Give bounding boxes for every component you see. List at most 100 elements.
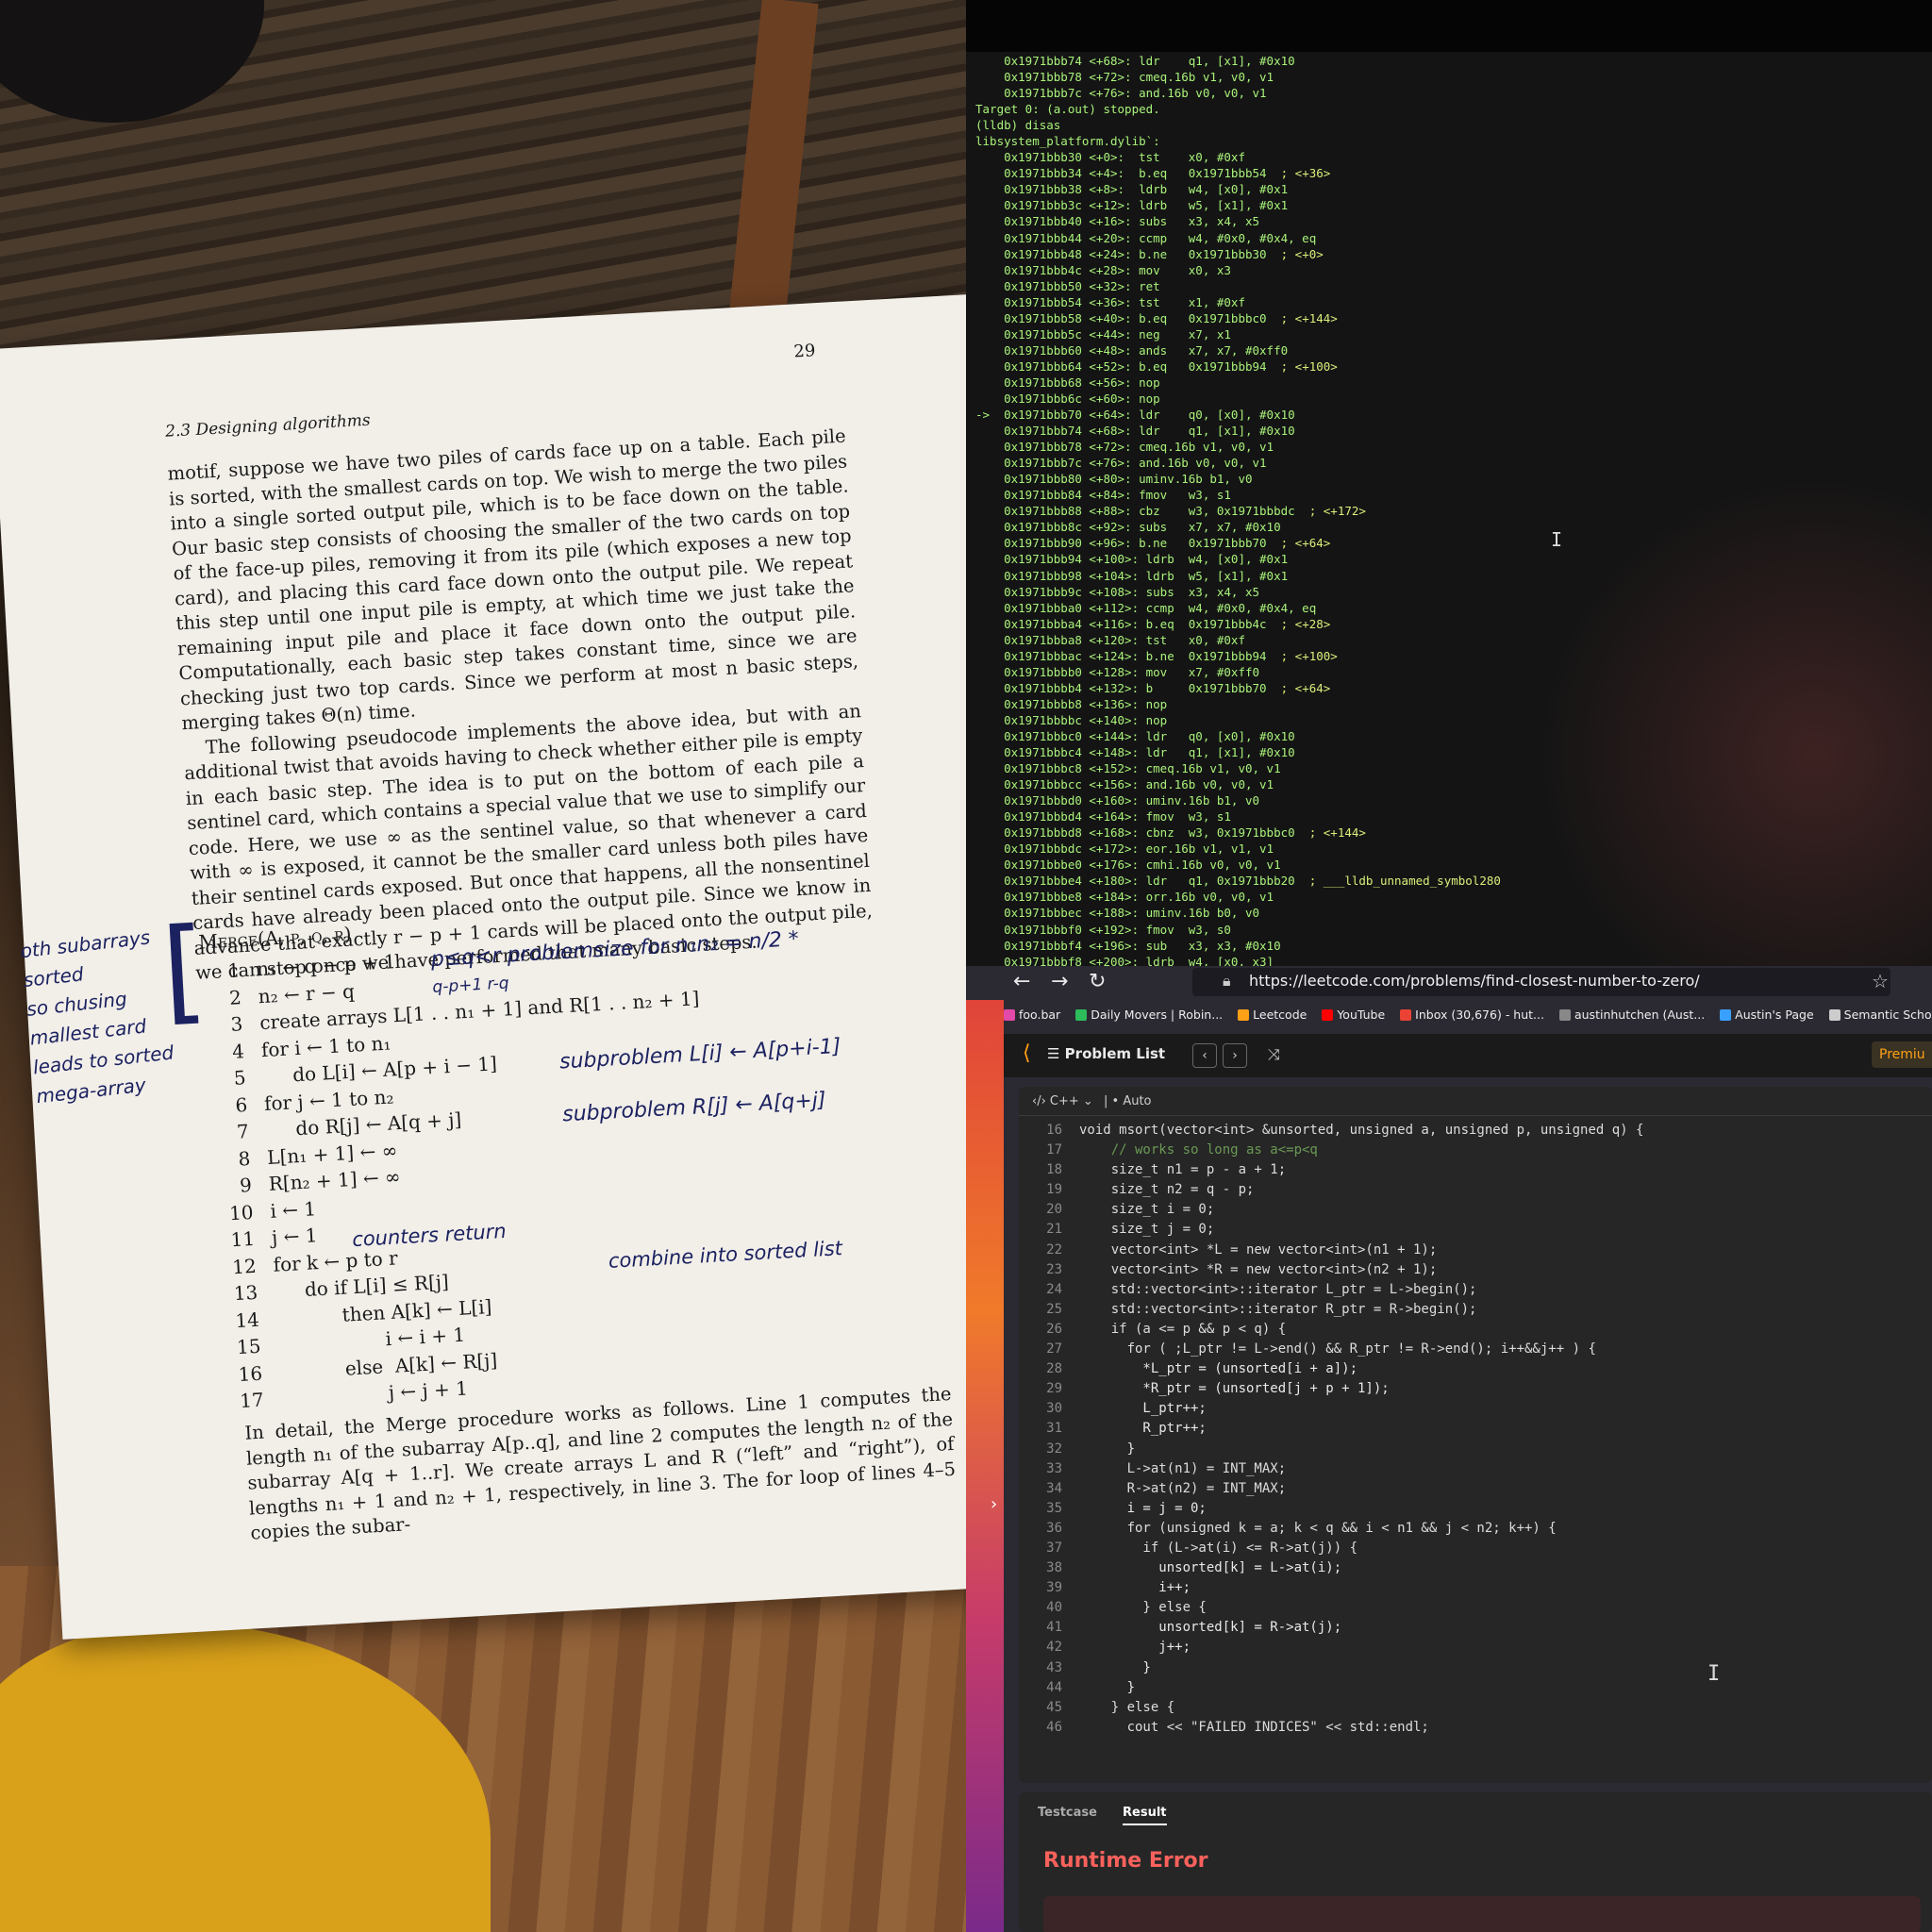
disassembly-output: 0x1971bbb74 <+68>: ldr q1, [x1], #0x10 0… (975, 53, 1501, 966)
bookmark-star-icon[interactable]: ☆ (1872, 970, 1889, 992)
bookmark-label: austinhutchen (Aust... (1574, 1008, 1706, 1022)
code-line[interactable]: 21 size_t j = 0; (1019, 1220, 1643, 1240)
code-line[interactable]: 35 i = j = 0; (1019, 1499, 1643, 1519)
terminal-line: 0x1971bbb94 <+100>: ldrb w4, [x0], #0x1 (975, 551, 1501, 567)
code-line[interactable]: 17 // works so long as a<=p<q (1019, 1141, 1643, 1160)
line-text: i ← 1 (269, 1196, 317, 1223)
code-line[interactable]: 33 L->at(n1) = INT_MAX; (1019, 1459, 1643, 1479)
back-arrow-icon[interactable]: ← (1013, 970, 1030, 993)
code-line[interactable]: 23 vector<int> *R = new vector<int>(n2 +… (1019, 1260, 1643, 1280)
line-number: 14 (234, 1307, 260, 1332)
reload-icon[interactable]: ↻ (1089, 970, 1106, 993)
code-line[interactable]: 28 *L_ptr = (unsorted[i + a]); (1019, 1359, 1643, 1379)
terminal-line: 0x1971bbb3c <+12>: ldrb w5, [x1], #0x1 (975, 197, 1501, 213)
instruction-text: 0x1971bbb34 <+4>: b.eq 0x1971bbb54 (975, 166, 1267, 181)
line-number: 8 (237, 1146, 251, 1171)
code-text: } else { (1079, 1600, 1207, 1616)
auto-mode-toggle[interactable]: | • Auto (1104, 1094, 1152, 1108)
code-lines[interactable]: 16 void msort(vector<int> &unsorted, unsi… (1019, 1121, 1643, 1738)
problem-list-button[interactable]: ☰ Problem List (1047, 1045, 1165, 1062)
instruction-text: 0x1971bbbe8 <+184>: orr.16b v0, v0, v1 (975, 890, 1274, 905)
shuffle-icon[interactable]: ⤨ (1268, 1045, 1280, 1064)
code-line[interactable]: 39 i++; (1019, 1578, 1643, 1598)
bookmark-item[interactable]: Daily Movers | Robin... (1075, 1008, 1223, 1022)
terminal-line: 0x1971bbbc0 <+144>: ldr q0, [x0], #0x10 (975, 728, 1501, 744)
code-line[interactable]: 29 *R_ptr = (unsorted[j + p + 1]); (1019, 1379, 1643, 1399)
terminal-line: 0x1971bbb78 <+72>: cmeq.16b v1, v0, v1 (975, 439, 1501, 455)
code-line[interactable]: 41 unsorted[k] = R->at(j); (1019, 1618, 1643, 1638)
code-line[interactable]: 36 for (unsigned k = a; k < q && i < n1 … (1019, 1519, 1643, 1539)
code-line[interactable]: 44 } (1019, 1678, 1643, 1698)
terminal-line: 0x1971bbba4 <+116>: b.eq 0x1971bbb4c ; <… (975, 616, 1501, 632)
code-line[interactable]: 38 unsorted[k] = L->at(i); (1019, 1558, 1643, 1578)
code-line[interactable]: 19 size_t n2 = q - p; (1019, 1180, 1643, 1200)
next-problem-button[interactable]: › (1223, 1043, 1247, 1068)
tab-testcase[interactable]: Testcase (1038, 1806, 1097, 1820)
line-number: 32 (1046, 1441, 1062, 1457)
bookmark-item[interactable]: austinhutchen (Aust... (1558, 1008, 1706, 1022)
line-number: 7 (236, 1120, 250, 1143)
bookmark-item[interactable]: Austin's Page (1720, 1008, 1814, 1022)
instruction-text: 0x1971bbb78 <+72>: cmeq.16b v1, v0, v1 (975, 70, 1274, 85)
instruction-text: 0x1971bbb80 <+80>: uminv.16b b1, v0 (975, 472, 1253, 487)
code-line[interactable]: 26 if (a <= p && p < q) { (1019, 1320, 1643, 1340)
editor-toolbar: ‹/› C++ ⌄ | • Auto (1019, 1087, 1932, 1116)
language-select[interactable]: ‹/› C++ ⌄ (1032, 1094, 1093, 1108)
bookmark-item[interactable]: Inbox (30,676) - hut... (1400, 1008, 1544, 1022)
bookmark-item[interactable]: Semantic Scholar | ... (1828, 1008, 1932, 1022)
code-line[interactable]: 46 cout << "FAILED INDICES" << std::endl… (1019, 1718, 1643, 1738)
terminal-line: 0x1971bbb40 <+16>: subs x3, x4, x5 (975, 213, 1501, 229)
code-line[interactable]: 45 } else { (1019, 1698, 1643, 1718)
line-number: 28 (1046, 1361, 1062, 1377)
code-line[interactable]: 40 } else { (1019, 1598, 1643, 1618)
branch-comment: ; <+36> (1280, 166, 1331, 181)
leetcode-logo-icon[interactable]: ⟨ (1023, 1041, 1031, 1065)
code-line[interactable]: 31 R_ptr++; (1019, 1419, 1643, 1439)
terminal-line: 0x1971bbbb4 <+132>: b 0x1971bbb70 ; <+64… (975, 680, 1501, 696)
code-line[interactable]: 18 size_t n1 = p - a + 1; (1019, 1160, 1643, 1180)
chevron-right-icon[interactable]: › (991, 1494, 997, 1514)
premium-button[interactable]: Premiu (1872, 1041, 1932, 1068)
lock-icon: 🔒︎ (1223, 972, 1231, 990)
line-number: 13 (233, 1280, 258, 1306)
tab-result[interactable]: Result (1123, 1806, 1167, 1825)
terminal-line: 0x1971bbb78 <+72>: cmeq.16b v1, v0, v1 (975, 69, 1501, 85)
bookmark-item[interactable]: foo.bar (1004, 1008, 1060, 1022)
instruction-text: 0x1971bbb78 <+72>: cmeq.16b v1, v0, v1 (975, 440, 1274, 455)
instruction-text: 0x1971bbba4 <+116>: b.eq 0x1971bbb4c (975, 616, 1267, 631)
code-line[interactable]: 24 std::vector<int>::iterator L_ptr = L-… (1019, 1280, 1643, 1300)
line-number: 1 (226, 958, 241, 982)
language-label: C++ (1049, 1094, 1079, 1108)
terminal-line: 0x1971bbb7c <+76>: and.16b v0, v0, v1 (975, 85, 1501, 101)
terminal-line: 0x1971bbbe8 <+184>: orr.16b v0, v0, v1 (975, 889, 1501, 905)
code-line[interactable]: 42 j++; (1019, 1638, 1643, 1657)
code-line[interactable]: 32 } (1019, 1440, 1643, 1459)
code-text: L->at(n1) = INT_MAX; (1079, 1460, 1287, 1476)
instruction-text: 0x1971bbb40 <+16>: subs x3, x4, x5 (975, 214, 1260, 229)
code-line[interactable]: 30 L_ptr++; (1019, 1399, 1643, 1419)
code-line[interactable]: 34 R->at(n2) = INT_MAX; (1019, 1479, 1643, 1499)
url-text[interactable]: https://leetcode.com/problems/find-close… (1249, 972, 1700, 990)
code-line[interactable]: 43 } (1019, 1658, 1643, 1678)
code-editor[interactable]: ‹/› C++ ⌄ | • Auto 16 void msort(vector<i… (1019, 1087, 1932, 1783)
code-line[interactable]: 27 for ( ;L_ptr != L->end() && R_ptr != … (1019, 1340, 1643, 1359)
branch-comment: ; ___lldb_unnamed_symbol280 (1308, 874, 1501, 889)
bookmark-item[interactable]: Leetcode (1238, 1008, 1307, 1022)
bookmark-item[interactable]: YouTube (1322, 1008, 1385, 1022)
terminal-line: 0x1971bbb44 <+20>: ccmp w4, #0x0, #0x4, … (975, 230, 1501, 246)
instruction-text: 0x1971bbbf0 <+192>: fmov w3, s0 (975, 922, 1231, 937)
code-text: R_ptr++; (1079, 1421, 1207, 1437)
prev-problem-button[interactable]: ‹ (1192, 1043, 1217, 1068)
code-line[interactable]: 37 if (L->at(i) <= R->at(j)) { (1019, 1539, 1643, 1558)
code-line[interactable]: 16 void msort(vector<int> &unsorted, unsi… (1019, 1121, 1643, 1141)
branch-comment: ; <+100> (1280, 648, 1338, 663)
code-line[interactable]: 25 std::vector<int>::iterator R_ptr = R-… (1019, 1300, 1643, 1320)
code-line[interactable]: 20 size_t i = 0; (1019, 1200, 1643, 1220)
code-text: std::vector<int>::iterator L_ptr = L->be… (1079, 1281, 1477, 1297)
line-number: 29 (1046, 1381, 1062, 1397)
code-line[interactable]: 22 vector<int> *L = new vector<int>(n1 +… (1019, 1241, 1643, 1260)
forward-arrow-icon[interactable]: → (1051, 970, 1068, 993)
